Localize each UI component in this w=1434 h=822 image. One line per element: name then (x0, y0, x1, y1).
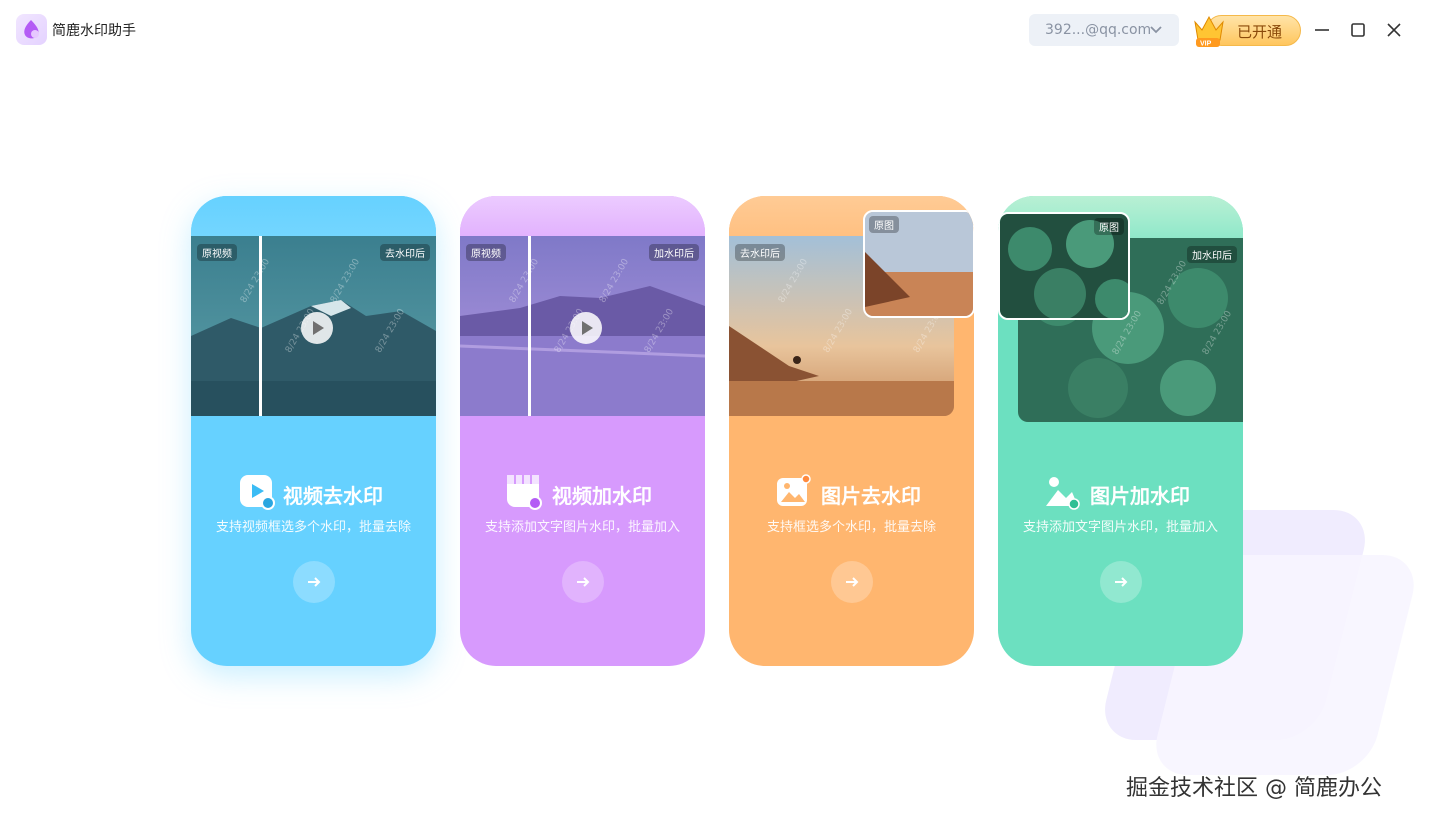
card-title: 视频去水印 (283, 484, 383, 508)
preview-image: 原视频 去水印后 8/24 23:00 8/24 23:00 8/24 23:00 8… (191, 236, 436, 416)
footer-credit: 掘金技术社区 @ 简鹿办公 (1126, 776, 1382, 801)
tag-original: 原图 (1094, 218, 1124, 235)
card-video-remove-watermark[interactable]: 原视频 去水印后 8/24 23:00 8/24 23:00 8/24 23:00 8… (191, 196, 436, 666)
go-button[interactable] (831, 561, 873, 603)
app-title: 简鹿水印助手 (52, 23, 136, 39)
tag-original: 原图 (869, 216, 899, 233)
card-title: 图片去水印 (821, 484, 921, 508)
card-image-add-watermark[interactable]: 加水印后 8/24 23:008/24 23:008/24 23:008/24 … (998, 196, 1243, 666)
go-button[interactable] (293, 561, 335, 603)
vip-badge-text: VIP (1200, 41, 1212, 48)
maximize-icon (1351, 23, 1365, 37)
original-thumbnail: 原图 (863, 210, 974, 318)
arrow-right-icon (308, 577, 321, 587)
maximize-button[interactable] (1346, 18, 1370, 42)
tag-result: 去水印后 (380, 244, 430, 261)
tag-result: 去水印后 (735, 244, 785, 261)
tag-result: 加水印后 (1187, 246, 1237, 263)
go-button[interactable] (562, 561, 604, 603)
account-dropdown[interactable]: 392...@qq.com (1029, 14, 1179, 46)
tag-original: 原视频 (197, 244, 237, 261)
crown-icon: VIP (1192, 12, 1226, 52)
video-icon (239, 474, 275, 510)
card-description: 支持视频框选多个水印，批量去除 (215, 520, 411, 535)
minimize-button[interactable] (1310, 18, 1334, 42)
arrow-right-icon (577, 577, 590, 587)
mountain-image-icon (1044, 474, 1080, 510)
close-button[interactable] (1382, 18, 1406, 42)
arrow-right-icon (846, 577, 859, 587)
card-description: 支持添加文字图片水印，批量加入 (484, 520, 680, 535)
card-title: 图片加水印 (1090, 484, 1190, 508)
title-bar: 简鹿水印助手 392...@qq.com 已开通 VIP (0, 0, 1434, 60)
app-logo-icon (16, 14, 47, 45)
account-label: 392...@qq.com (1045, 22, 1152, 38)
original-thumbnail: 原图 (998, 212, 1130, 320)
card-video-add-watermark[interactable]: 原视频 加水印后 8/24 23:00 8/24 23:00 8/24 23:00 8… (460, 196, 705, 666)
card-description: 支持框选多个水印，批量去除 (766, 520, 936, 535)
film-icon (506, 474, 542, 510)
card-description: 支持添加文字图片水印，批量加入 (1022, 520, 1218, 535)
close-icon (1387, 23, 1401, 37)
card-title: 视频加水印 (552, 484, 652, 508)
vip-label: 已开通 (1237, 23, 1283, 41)
vip-status-button[interactable]: 已开通 VIP (1192, 12, 1302, 48)
tag-result: 加水印后 (649, 244, 699, 261)
arrow-right-icon (1115, 577, 1128, 587)
go-button[interactable] (1100, 561, 1142, 603)
tag-original: 原视频 (466, 244, 506, 261)
preview-image: 原视频 加水印后 8/24 23:00 8/24 23:00 8/24 23:00 8… (460, 236, 705, 416)
card-image-remove-watermark[interactable]: 去水印后 8/24 23:008/24 23:008/24 23:008/24 … (729, 196, 974, 666)
chevron-down-icon (1149, 14, 1163, 58)
image-icon (775, 474, 811, 510)
